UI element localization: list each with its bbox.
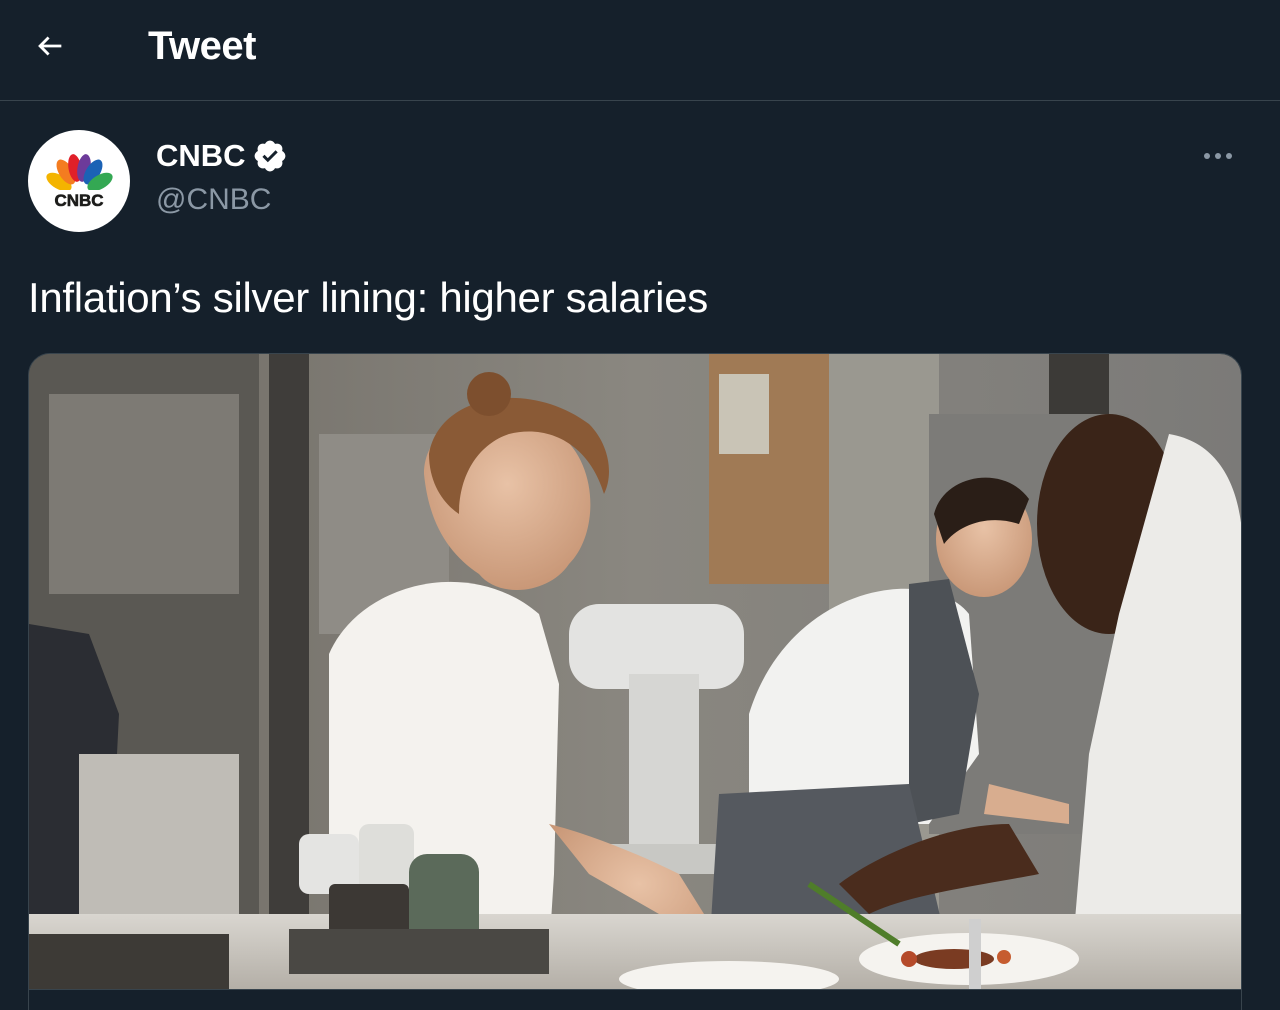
tweet-photo[interactable] bbox=[28, 353, 1242, 990]
top-bar: Tweet bbox=[0, 0, 1280, 101]
page-title: Tweet bbox=[148, 24, 256, 68]
media-card-border bbox=[28, 990, 1242, 1010]
author-handle[interactable]: @CNBC bbox=[156, 182, 271, 218]
kitchen-photo bbox=[29, 354, 1241, 989]
verified-badge-icon bbox=[254, 140, 285, 172]
more-options-button[interactable] bbox=[1196, 134, 1240, 178]
back-button[interactable] bbox=[22, 22, 78, 70]
author-name[interactable]: CNBC bbox=[156, 138, 288, 174]
avatar[interactable]: CNBC bbox=[28, 130, 130, 232]
arrow-left-icon bbox=[38, 36, 62, 56]
cnbc-logo-icon: CNBC bbox=[40, 154, 118, 210]
avatar-logo-text: CNBC bbox=[54, 191, 103, 210]
tweet-text: Inflation’s silver lining: higher salari… bbox=[28, 274, 708, 321]
author-name-text: CNBC bbox=[156, 138, 246, 173]
more-horizontal-icon bbox=[1204, 153, 1232, 159]
